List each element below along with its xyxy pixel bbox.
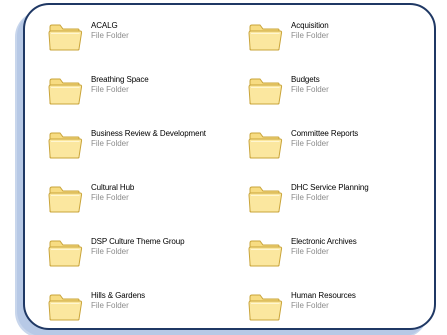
folder-icon xyxy=(47,235,83,269)
folder-type: File Folder xyxy=(291,247,329,256)
folder-icon xyxy=(247,235,283,269)
folder-type: File Folder xyxy=(91,139,129,148)
folder-icon xyxy=(47,289,83,323)
folder-item-hills-gardens[interactable]: Hills & Gardens File Folder xyxy=(47,286,247,328)
folder-item-committee-reports[interactable]: Committee Reports File Folder xyxy=(247,124,427,178)
folder-name: DSP Culture Theme Group xyxy=(91,237,185,246)
folder-text: ACALG File Folder xyxy=(91,16,129,41)
folder-text: Business Review & Development File Folde… xyxy=(91,124,206,149)
folder-item-cultural-hub[interactable]: Cultural Hub File Folder xyxy=(47,178,247,232)
folder-icon xyxy=(47,181,83,215)
folder-type: File Folder xyxy=(291,301,329,310)
folder-type: File Folder xyxy=(291,193,329,202)
folder-name: Business Review & Development xyxy=(91,129,206,138)
folder-name: Cultural Hub xyxy=(91,183,135,192)
folder-type: File Folder xyxy=(291,139,329,148)
folder-icon xyxy=(247,127,283,161)
folder-text: Breathing Space File Folder xyxy=(91,70,149,95)
folder-name: Budgets xyxy=(291,75,320,84)
folder-type: File Folder xyxy=(91,85,129,94)
folder-icon xyxy=(47,19,83,53)
folder-name: Breathing Space xyxy=(91,75,149,84)
folder-item-electronic-archives[interactable]: Electronic Archives File Folder xyxy=(247,232,427,286)
folder-type: File Folder xyxy=(291,85,329,94)
folder-text: Budgets File Folder xyxy=(291,70,329,95)
folder-icon xyxy=(247,289,283,323)
folder-item-acalg[interactable]: ACALG File Folder xyxy=(47,16,247,70)
folder-text: Committee Reports File Folder xyxy=(291,124,358,149)
folder-icon xyxy=(247,73,283,107)
folder-item-budgets[interactable]: Budgets File Folder xyxy=(247,70,427,124)
folder-name: Hills & Gardens xyxy=(91,291,146,300)
folder-type: File Folder xyxy=(91,31,129,40)
folder-item-breathing-space[interactable]: Breathing Space File Folder xyxy=(47,70,247,124)
folder-icon xyxy=(47,127,83,161)
folder-name: Human Resources xyxy=(291,291,356,300)
explorer-window-frame: ACALG File Folder Acquisition File Folde… xyxy=(23,3,436,330)
folder-name: Electronic Archives xyxy=(291,237,357,246)
folder-grid: ACALG File Folder Acquisition File Folde… xyxy=(47,16,427,328)
folder-icon xyxy=(47,73,83,107)
folder-item-acquisition[interactable]: Acquisition File Folder xyxy=(247,16,427,70)
folder-text: DSP Culture Theme Group File Folder xyxy=(91,232,185,257)
folder-type: File Folder xyxy=(91,193,129,202)
folder-text: DHC Service Planning File Folder xyxy=(291,178,369,203)
folder-name: Committee Reports xyxy=(291,129,359,138)
folder-item-dhc-service-planning[interactable]: DHC Service Planning File Folder xyxy=(247,178,427,232)
folder-text: Electronic Archives File Folder xyxy=(291,232,357,257)
folder-item-dsp-culture-theme-group[interactable]: DSP Culture Theme Group File Folder xyxy=(47,232,247,286)
folder-text: Acquisition File Folder xyxy=(291,16,329,41)
folder-type: File Folder xyxy=(91,301,129,310)
folder-item-business-review[interactable]: Business Review & Development File Folde… xyxy=(47,124,247,178)
folder-icon xyxy=(247,19,283,53)
folder-icon xyxy=(247,181,283,215)
folder-text: Cultural Hub File Folder xyxy=(91,178,134,203)
folder-name: Acquisition xyxy=(291,21,329,30)
folder-type: File Folder xyxy=(91,247,129,256)
folder-name: DHC Service Planning xyxy=(291,183,369,192)
folder-type: File Folder xyxy=(291,31,329,40)
folder-text: Human Resources File Folder xyxy=(291,286,356,311)
folder-text: Hills & Gardens File Folder xyxy=(91,286,145,311)
folder-name: ACALG xyxy=(91,21,118,30)
folder-item-human-resources[interactable]: Human Resources File Folder xyxy=(247,286,427,328)
